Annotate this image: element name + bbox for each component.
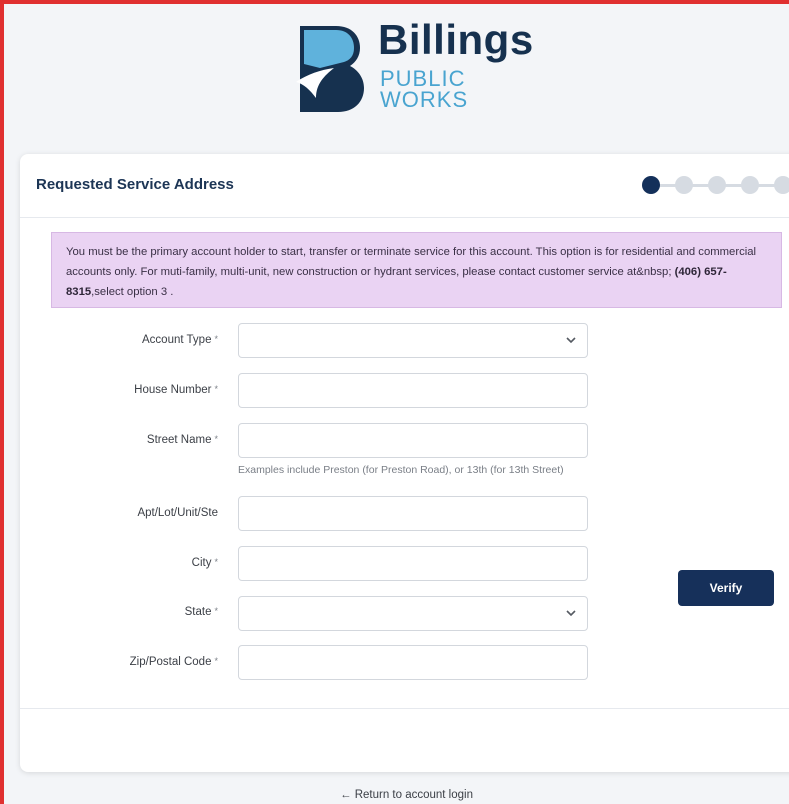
verify-button[interactable]: Verify [678, 570, 774, 606]
apt-input[interactable] [238, 496, 588, 531]
logo-title: Billings [378, 16, 534, 63]
step-4 [741, 176, 759, 194]
step-5 [774, 176, 789, 194]
return-to-login-link[interactable]: ← Return to account login [340, 789, 473, 801]
street-name-label: Street Name * [146, 434, 218, 446]
header-divider [20, 217, 789, 218]
step-3 [708, 176, 726, 194]
street-name-input[interactable] [238, 423, 588, 458]
house-number-label: House Number * [134, 384, 218, 396]
billings-logo-mark-icon [296, 26, 364, 112]
step-2 [675, 176, 693, 194]
house-number-input[interactable] [238, 373, 588, 408]
zip-input[interactable] [238, 645, 588, 680]
zip-label: Zip/Postal Code * [129, 656, 218, 668]
apt-label: Apt/Lot/Unit/Ste [137, 507, 218, 519]
footer-divider [20, 708, 789, 709]
step-1 [642, 176, 660, 194]
account-type-label: Account Type * [142, 334, 218, 346]
notice-text-end: ,select option 3 . [91, 286, 174, 298]
notice-text: You must be the primary account holder t… [66, 246, 757, 278]
street-name-hint: Examples include Preston (for Preston Ro… [238, 464, 564, 476]
logo-subtitle: PUBLIC WORKS [380, 66, 469, 112]
city-input[interactable] [238, 546, 588, 581]
state-label: State * [184, 606, 218, 618]
state-select[interactable] [238, 596, 588, 631]
city-label: City * [191, 557, 218, 569]
logo-subtitle-line-1: PUBLIC [380, 66, 466, 91]
chevron-down-icon [566, 610, 576, 617]
notice-banner: You must be the primary account holder t… [51, 232, 782, 308]
billings-logo: Billings PUBLIC WORKS [294, 16, 554, 114]
logo-subtitle-line-2: WORKS [380, 87, 469, 112]
account-type-select[interactable] [238, 323, 588, 358]
card-title: Requested Service Address [36, 176, 234, 193]
chevron-down-icon [566, 337, 576, 344]
service-address-card: Requested Service Address You must be th… [20, 154, 789, 772]
